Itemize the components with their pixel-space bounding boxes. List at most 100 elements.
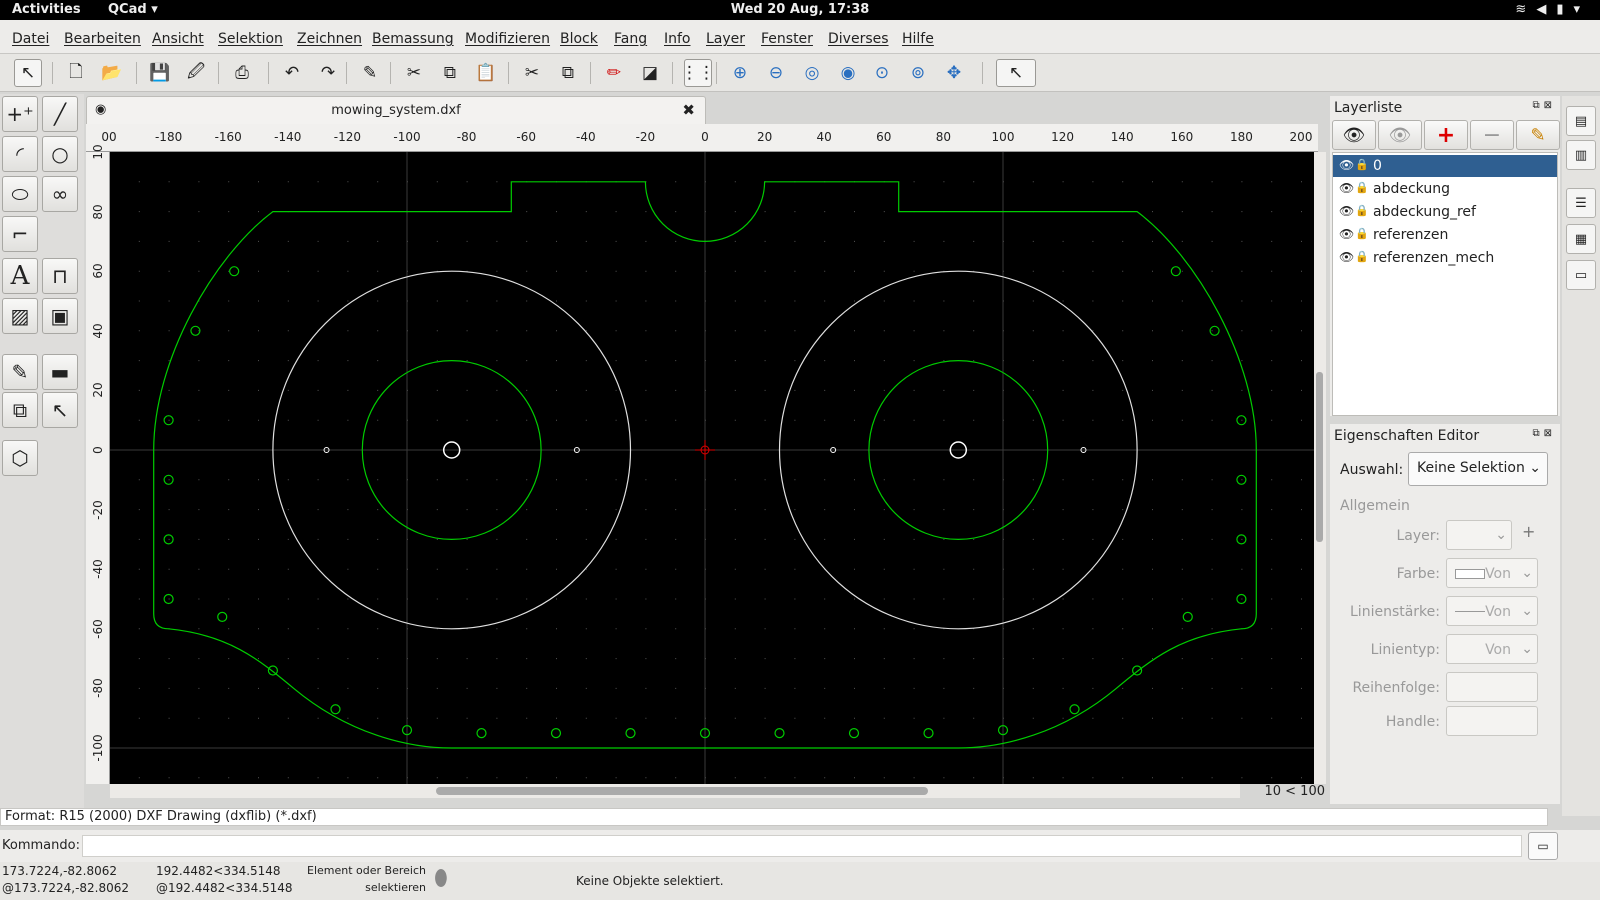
- property-editor-icon[interactable]: ▦: [1566, 224, 1596, 254]
- layer-row[interactable]: 👁 🔒 abdeckung: [1333, 178, 1557, 200]
- line-tool-icon[interactable]: ╱: [42, 96, 78, 132]
- lock-icon[interactable]: 🔒: [1355, 227, 1369, 240]
- hatch-tool-icon[interactable]: ▨: [2, 298, 38, 334]
- modify-tool-icon[interactable]: ✎: [2, 354, 38, 390]
- red-pen-icon[interactable]: ✏: [600, 59, 628, 87]
- block-list-icon[interactable]: ▤: [1566, 106, 1596, 136]
- dock-controls[interactable]: ⧉⊠: [1532, 428, 1556, 439]
- polyline-tool-icon[interactable]: ⌐: [2, 216, 38, 252]
- remove-layer-icon[interactable]: −: [1470, 120, 1514, 150]
- menu-layer[interactable]: Layer: [706, 31, 745, 47]
- wifi-icon[interactable]: ≋: [1515, 2, 1536, 17]
- visibility-eye-icon[interactable]: 👁: [1339, 227, 1354, 241]
- close-icon[interactable]: ⊠: [1544, 428, 1556, 439]
- copy-icon[interactable]: ⧉: [436, 59, 464, 87]
- add-layer-icon[interactable]: +: [1424, 120, 1468, 150]
- vertical-scrollbar[interactable]: [1314, 152, 1326, 784]
- menu-bearbeiten[interactable]: Bearbeiten: [64, 31, 141, 47]
- save-as-icon[interactable]: 🖉: [182, 59, 210, 87]
- float-icon[interactable]: ⧉: [1532, 100, 1543, 111]
- horizontal-scroll-thumb[interactable]: [436, 787, 928, 795]
- menu-bemassung[interactable]: Bemassung: [372, 31, 454, 47]
- visibility-eye-icon[interactable]: 👁: [1339, 158, 1354, 172]
- lock-icon[interactable]: 🔒: [1355, 250, 1369, 263]
- menu-datei[interactable]: Datei: [12, 31, 49, 47]
- measure-tool-icon[interactable]: ▬: [42, 354, 78, 390]
- library-browser-icon[interactable]: ▥: [1566, 140, 1596, 170]
- layer-list-icon[interactable]: ☰: [1566, 188, 1596, 218]
- drawing-canvas[interactable]: [110, 152, 1314, 784]
- visibility-eye-icon[interactable]: 👁: [1339, 204, 1354, 218]
- menu-zeichnen[interactable]: Zeichnen: [297, 31, 362, 47]
- pointer-icon[interactable]: ↖: [996, 59, 1036, 87]
- add-layer-plus-icon[interactable]: +: [1522, 522, 1535, 541]
- activities-button[interactable]: Activities: [12, 2, 81, 17]
- property-field[interactable]: Von ⌄: [1446, 596, 1538, 626]
- show-all-layers-icon[interactable]: 👁: [1332, 120, 1376, 150]
- menu-fang[interactable]: Fang: [614, 31, 647, 47]
- menu-info[interactable]: Info: [664, 31, 691, 47]
- system-tray[interactable]: ≋◀▮▾: [1515, 2, 1590, 17]
- app-menu[interactable]: QCad ▾: [108, 2, 158, 17]
- layer-row[interactable]: 👁 🔒 abdeckung_ref: [1333, 201, 1557, 223]
- arc-tool-icon[interactable]: ◜: [2, 136, 38, 172]
- copy-ref-icon[interactable]: ⧉: [554, 59, 582, 87]
- property-field[interactable]: ⌄: [1446, 520, 1512, 550]
- menu-hilfe[interactable]: Hilfe: [902, 31, 934, 47]
- redo-icon[interactable]: ↷: [314, 59, 342, 87]
- close-icon[interactable]: ✖: [682, 101, 695, 119]
- volume-icon[interactable]: ◀: [1536, 2, 1556, 17]
- zoom-window-icon[interactable]: ⊙: [868, 59, 896, 87]
- float-icon[interactable]: ⧉: [1532, 428, 1543, 439]
- dimension-tool-icon[interactable]: ⊓: [42, 258, 78, 294]
- paste-icon[interactable]: 📋: [472, 59, 500, 87]
- grid-icon[interactable]: ⋮⋮: [681, 59, 715, 87]
- zoom-out-icon[interactable]: ⊖: [762, 59, 790, 87]
- pen-icon[interactable]: ✎: [356, 59, 384, 87]
- property-field[interactable]: [1446, 672, 1538, 702]
- visibility-eye-icon[interactable]: 👁: [1339, 250, 1354, 264]
- save-icon[interactable]: 💾: [146, 59, 174, 87]
- print-icon[interactable]: ⎙: [228, 59, 256, 87]
- lock-icon[interactable]: 🔒: [1355, 181, 1369, 194]
- property-field[interactable]: Von ⌄: [1446, 558, 1538, 588]
- menu-diverses[interactable]: Diverses: [828, 31, 889, 47]
- lock-icon[interactable]: 🔒: [1355, 204, 1369, 217]
- clock[interactable]: Wed 20 Aug, 17:38: [0, 2, 1600, 17]
- menu-modifizieren[interactable]: Modifizieren: [465, 31, 550, 47]
- property-field[interactable]: Von ⌄: [1446, 634, 1538, 664]
- hide-all-layers-icon[interactable]: 👁: [1378, 120, 1422, 150]
- text-tool-icon[interactable]: A: [2, 258, 38, 294]
- cut-icon[interactable]: ✂: [400, 59, 428, 87]
- cut-ref-icon[interactable]: ✂: [518, 59, 546, 87]
- zoom-auto-icon[interactable]: ◎: [798, 59, 826, 87]
- menu-fenster[interactable]: Fenster: [761, 31, 813, 47]
- undo-icon[interactable]: ↶: [278, 59, 306, 87]
- select-arrow-icon[interactable]: ↖: [14, 59, 42, 87]
- zoom-in-icon[interactable]: ⊕: [726, 59, 754, 87]
- 3d-tool-icon[interactable]: ⬡: [2, 440, 38, 476]
- select-tool-icon[interactable]: ↖: [42, 392, 78, 428]
- menu-ansicht[interactable]: Ansicht: [152, 31, 204, 47]
- pan-icon[interactable]: ✥: [940, 59, 968, 87]
- open-file-icon[interactable]: 📂: [98, 59, 126, 87]
- point-tool-icon[interactable]: +⁺: [2, 96, 38, 132]
- lock-icon[interactable]: 🔒: [1355, 158, 1369, 171]
- close-icon[interactable]: ⊠: [1544, 100, 1556, 111]
- horizontal-scrollbar[interactable]: [110, 784, 1240, 798]
- battery-icon[interactable]: ▮: [1556, 2, 1573, 17]
- command-window-icon[interactable]: ▭: [1528, 832, 1558, 860]
- image-tool-icon[interactable]: ▣: [42, 298, 78, 334]
- layer-row[interactable]: 👁 🔒 referenzen: [1333, 224, 1557, 246]
- edit-layer-icon[interactable]: ✎: [1516, 120, 1560, 150]
- visibility-eye-icon[interactable]: 👁: [1339, 181, 1354, 195]
- command-line-icon[interactable]: ▭: [1566, 260, 1596, 290]
- tray-menu-arrow-icon[interactable]: ▾: [1573, 2, 1590, 17]
- dock-controls[interactable]: ⧉⊠: [1532, 100, 1556, 111]
- layer-row[interactable]: 👁 🔒 0: [1333, 155, 1557, 177]
- layer-list[interactable]: 👁 🔒 0 👁 🔒 abdeckung 👁 🔒 abdeckung_ref 👁 🔒 referenze…: [1332, 152, 1558, 416]
- new-file-icon[interactable]: 🗋: [62, 59, 90, 87]
- vertical-scroll-thumb[interactable]: [1316, 372, 1323, 542]
- preview-icon[interactable]: ◪: [636, 59, 664, 87]
- ellipse-tool-icon[interactable]: ⬭: [2, 176, 38, 212]
